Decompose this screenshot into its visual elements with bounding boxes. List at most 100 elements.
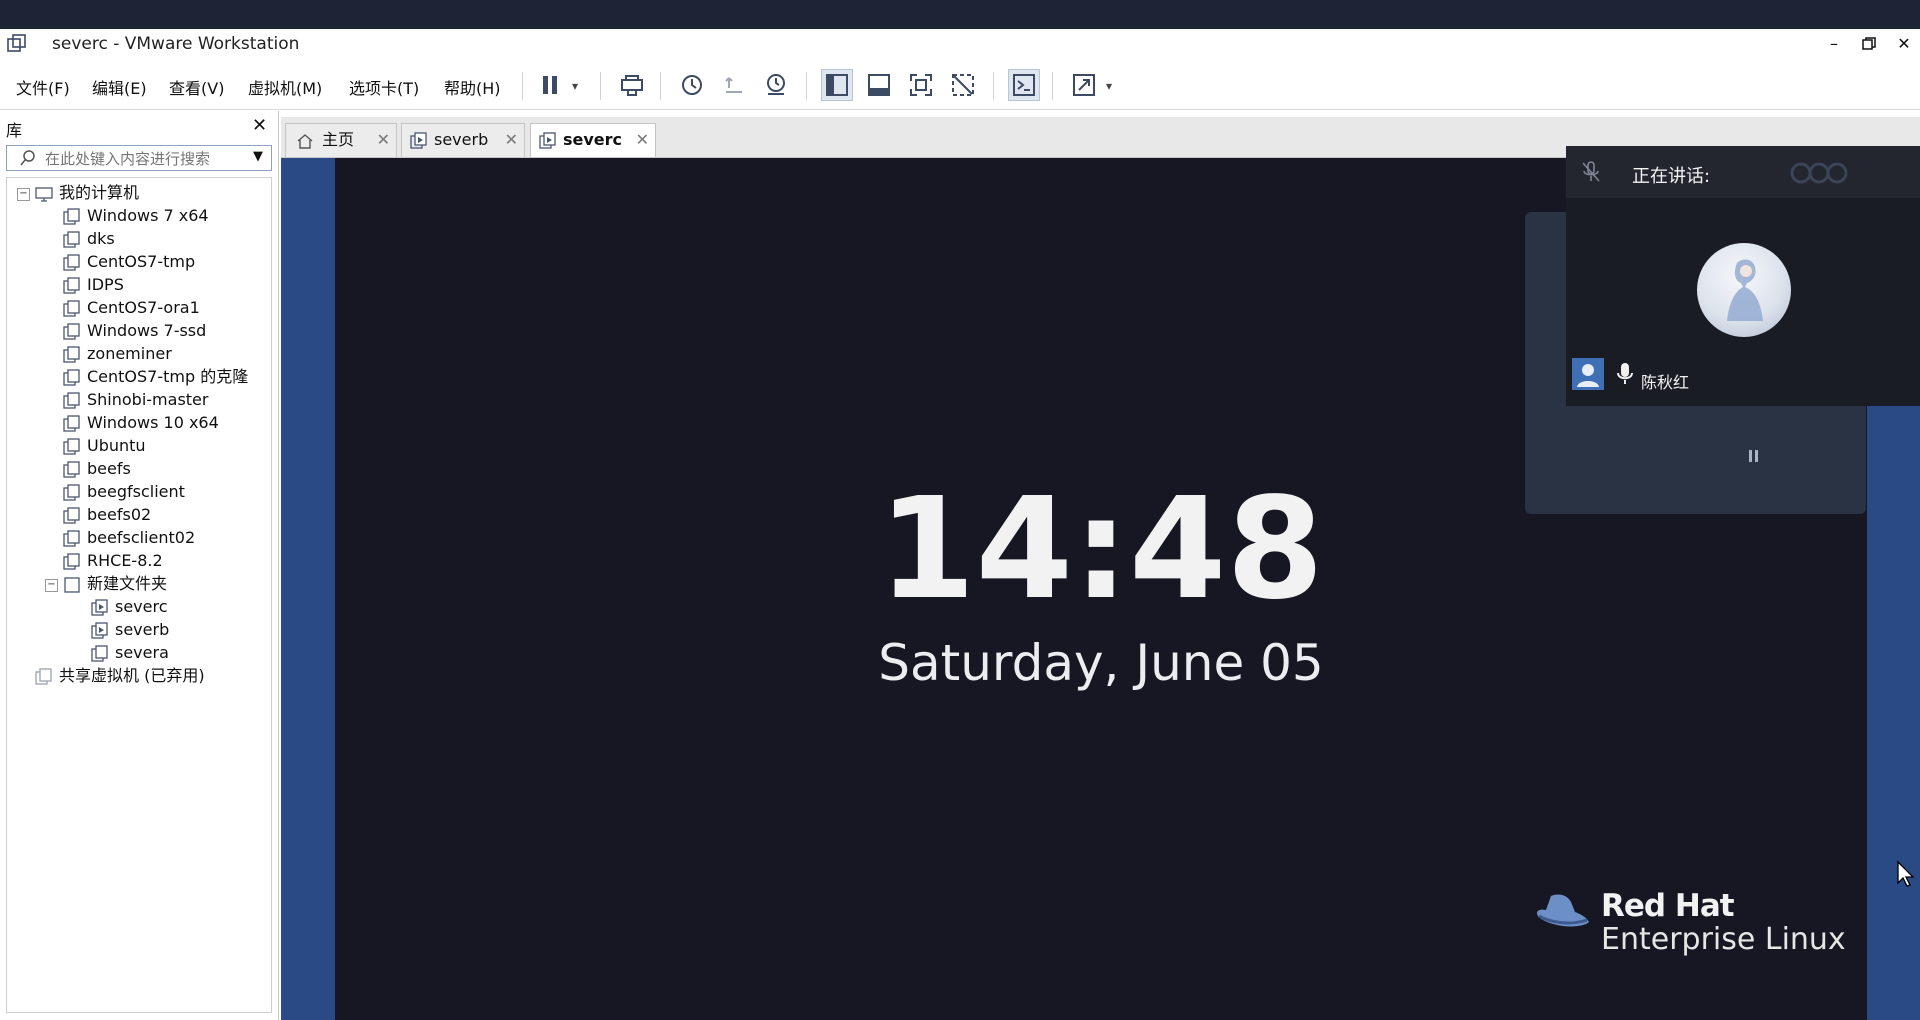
tree-vm-label: severc	[115, 597, 168, 616]
tree-vm-label: CentOS7-ora1	[87, 298, 200, 317]
redhat-product-text: Enterprise Linux	[1601, 922, 1846, 957]
snapshot-icon	[682, 75, 702, 95]
stretch-dropdown-icon[interactable]: ▾	[1106, 79, 1112, 93]
tab-severb-label: severb	[434, 130, 489, 149]
tree-vm-label: beefsclient02	[87, 528, 196, 547]
tree-vm-item[interactable]: Windows 7 x64	[63, 204, 209, 228]
tree-vm-item[interactable]: CentOS7-tmp 的克隆	[63, 365, 248, 389]
tree-vm-item[interactable]: CentOS7-ora1	[63, 296, 200, 320]
vm-icon	[63, 552, 80, 570]
tree-vm-label: CentOS7-tmp	[87, 252, 196, 271]
maximize-button[interactable]	[1849, 29, 1889, 59]
revert-snapshot-button[interactable]	[718, 69, 750, 101]
tree-vm-item[interactable]: Shinobi-master	[63, 388, 208, 412]
library-search-box[interactable]: ▼	[6, 145, 272, 171]
tree-vm-item[interactable]: severa	[91, 641, 169, 665]
minimize-button[interactable]: –	[1814, 29, 1854, 59]
menu-bar: 文件(F) 编辑(E) 查看(V) 虚拟机(M) 选项卡(T) 帮助(H) ▾	[0, 61, 1920, 110]
library-search-input[interactable]	[43, 148, 247, 170]
snapshot-manager-icon	[767, 74, 785, 95]
tree-vm-item[interactable]: beefsclient02	[63, 526, 195, 550]
tree-vm-label: Ubuntu	[87, 436, 146, 455]
tree-root-my-computer[interactable]: 我的计算机	[35, 181, 139, 205]
close-button[interactable]: ✕	[1884, 29, 1920, 59]
snapshot-button[interactable]	[676, 69, 708, 101]
search-icon	[20, 150, 35, 166]
vm-icon	[63, 437, 80, 455]
meeting-header: 正在讲话:	[1566, 146, 1920, 198]
tree-vm-item-running[interactable]: severc	[91, 595, 168, 619]
window-title: severc - VMware Workstation	[52, 34, 300, 54]
speaker-avatar	[1697, 243, 1791, 337]
vm-icon	[63, 345, 80, 363]
menu-view[interactable]: 查看(V)	[169, 75, 224, 99]
tree-vm-item[interactable]: Ubuntu	[63, 434, 146, 458]
library-close-button[interactable]: ✕	[252, 115, 267, 136]
vm-icon	[63, 322, 80, 340]
menu-file[interactable]: 文件(F)	[16, 75, 70, 99]
fullscreen-button[interactable]	[905, 69, 937, 101]
tree-vm-label: severa	[115, 643, 169, 662]
send-ctrl-alt-del-button[interactable]	[616, 69, 648, 101]
vm-icon	[63, 391, 80, 409]
thumbnail-bar-icon	[868, 74, 890, 96]
collapse-toggle-root[interactable]: −	[17, 188, 30, 201]
library-tree: − 我的计算机 Windows 7 x64 dks CentOS7-tmp ID…	[6, 177, 272, 1013]
snapshot-manager-button[interactable]	[760, 69, 792, 101]
search-dropdown-icon[interactable]: ▼	[253, 149, 263, 164]
vm-icon	[63, 207, 80, 225]
tree-vm-item[interactable]: Windows 10 x64	[63, 411, 219, 435]
menu-tabs[interactable]: 选项卡(T)	[349, 75, 419, 99]
tab-close-icon[interactable]: ✕	[377, 124, 390, 156]
tab-close-icon[interactable]: ✕	[505, 124, 518, 156]
console-view-button[interactable]	[1008, 69, 1040, 101]
vm-icon	[63, 230, 80, 248]
tree-vm-label: Windows 7-ssd	[87, 321, 207, 340]
collapse-toggle-folder[interactable]: −	[45, 579, 58, 592]
library-view-button[interactable]	[821, 69, 853, 101]
menu-help[interactable]: 帮助(H)	[444, 75, 501, 99]
tab-close-icon[interactable]: ✕	[636, 124, 649, 156]
avatar-figure-icon	[1727, 259, 1763, 321]
tree-vm-item[interactable]: beegfsclient	[63, 480, 185, 504]
thumbnail-bar-button[interactable]	[863, 69, 895, 101]
tree-vm-item[interactable]: RHCE-8.2	[63, 549, 163, 573]
tree-vm-label: beefs02	[87, 505, 152, 524]
console-view-icon	[1013, 74, 1035, 96]
vm-running-icon	[539, 132, 556, 149]
tree-vm-item[interactable]: Windows 7-ssd	[63, 319, 206, 343]
vm-running-icon	[91, 621, 108, 639]
menu-edit[interactable]: 编辑(E)	[92, 75, 147, 99]
vm-icon	[63, 460, 80, 478]
pause-button[interactable]	[534, 69, 566, 101]
tree-folder[interactable]: 新建文件夹	[63, 572, 167, 596]
stretch-guest-button[interactable]	[1068, 69, 1100, 101]
tree-vm-item[interactable]: dks	[63, 227, 115, 251]
redhat-logo: Red Hat Enterprise Linux	[1535, 886, 1865, 966]
tab-home[interactable]: 主页 ✕	[285, 123, 397, 157]
menu-vm[interactable]: 虚拟机(M)	[248, 75, 322, 99]
tab-severb[interactable]: severb ✕	[401, 123, 525, 157]
vm-icon	[91, 644, 108, 662]
tree-vm-item[interactable]: IDPS	[63, 273, 124, 297]
microphone-icon	[1617, 363, 1633, 384]
tree-shared-vms[interactable]: 共享虚拟机 (已弃用)	[35, 664, 205, 688]
tree-vm-item[interactable]: CentOS7-tmp	[63, 250, 195, 274]
fullscreen-icon	[910, 74, 932, 96]
tree-vm-item[interactable]: zoneminer	[63, 342, 172, 366]
pause-dropdown-icon[interactable]: ▾	[572, 79, 578, 93]
vm-icon	[63, 368, 80, 386]
unity-button[interactable]	[947, 69, 979, 101]
vm-running-icon	[410, 132, 427, 149]
tree-vm-item[interactable]: beefs	[63, 457, 131, 481]
tree-shared-label: 共享虚拟机 (已弃用)	[59, 666, 205, 685]
tab-severc[interactable]: severc ✕	[530, 123, 656, 157]
unity-icon	[952, 74, 974, 96]
computer-icon	[35, 186, 53, 202]
tree-vm-item[interactable]: beefs02	[63, 503, 151, 527]
library-panel: 库 ✕ ▼ − 我的计算机 Windows 7 x64 dks CentOS7-…	[0, 111, 279, 1020]
tree-vm-item-running[interactable]: severb	[91, 618, 169, 642]
tree-folder-label: 新建文件夹	[87, 574, 168, 593]
tab-home-label: 主页	[322, 130, 355, 149]
lock-screen-date: Saturday, June 05	[878, 634, 1324, 692]
